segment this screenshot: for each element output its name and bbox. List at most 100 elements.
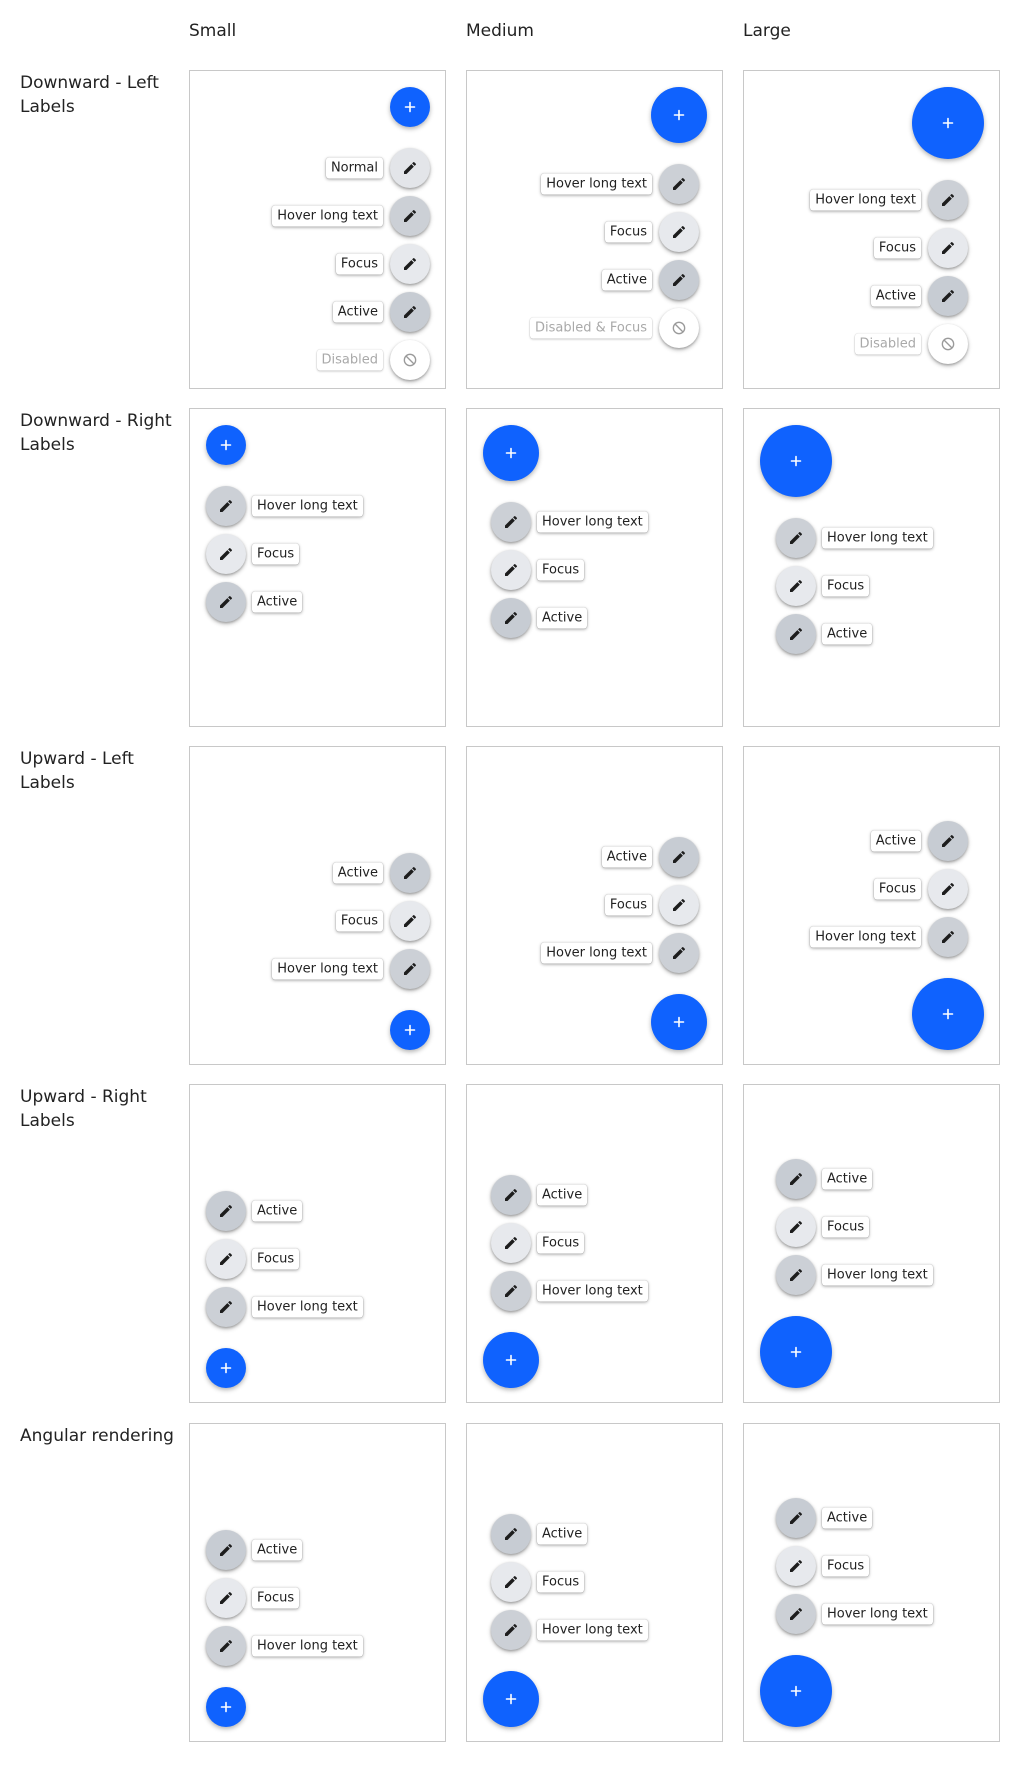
speed-dial-action-button[interactable]: [206, 486, 246, 526]
speed-dial-action-button[interactable]: [776, 1207, 816, 1247]
pencil-icon: [788, 1171, 804, 1187]
speed-dial-action-button[interactable]: [206, 1530, 246, 1570]
plus-icon: [790, 1685, 802, 1697]
pencil-icon: [503, 1622, 519, 1638]
speed-dial-action-button[interactable]: [776, 1498, 816, 1538]
speed-dial-action-button[interactable]: [206, 1578, 246, 1618]
speed-dial-action-button[interactable]: [390, 901, 430, 941]
speed-dial-item: Focus: [744, 867, 1001, 911]
speed-dial-action-button[interactable]: [928, 821, 968, 861]
speed-dial-action-button[interactable]: [659, 837, 699, 877]
main-fab-button[interactable]: [760, 1316, 832, 1388]
main-fab-button[interactable]: [206, 1687, 246, 1727]
pencil-icon: [788, 1267, 804, 1283]
speed-dial-action-label: Focus: [873, 237, 921, 259]
row-header-upward-right: Upward - Right Labels: [20, 1087, 147, 1131]
speed-dial-action-button[interactable]: [928, 180, 968, 220]
speed-dial-action-button[interactable]: [491, 1175, 531, 1215]
main-fab-button[interactable]: [760, 425, 832, 497]
main-fab-button[interactable]: [390, 87, 430, 127]
speed-dial-action-button[interactable]: [491, 550, 531, 590]
speed-dial-action-label: Active: [601, 269, 652, 291]
speed-dial-action-button[interactable]: [776, 1546, 816, 1586]
pencil-icon: [503, 1574, 519, 1590]
speed-dial-action-button[interactable]: [776, 1255, 816, 1295]
speed-dial-action-label: Hover long text: [822, 1603, 933, 1625]
speed-dial-action-label: Focus: [252, 1587, 300, 1609]
speed-dial-item: Focus: [190, 1237, 447, 1281]
main-fab-button[interactable]: [912, 87, 984, 159]
speed-dial-action-button[interactable]: [206, 1626, 246, 1666]
speed-dial-action-button[interactable]: [206, 582, 246, 622]
speed-dial-action-button[interactable]: [491, 1610, 531, 1650]
main-fab-button[interactable]: [760, 1655, 832, 1727]
speed-dial-action-button[interactable]: [659, 164, 699, 204]
speed-dial-item: Active: [744, 612, 1001, 656]
speed-dial-action-button[interactable]: [928, 869, 968, 909]
speed-dial-action-button[interactable]: [776, 1594, 816, 1634]
main-fab-button[interactable]: [206, 1348, 246, 1388]
pencil-icon: [940, 240, 956, 256]
pencil-icon: [788, 1558, 804, 1574]
speed-dial-action-button[interactable]: [928, 228, 968, 268]
speed-dial-action-button[interactable]: [206, 1191, 246, 1231]
speed-dial-action-button[interactable]: [491, 1223, 531, 1263]
speed-dial-action-button[interactable]: [491, 598, 531, 638]
speed-dial-action-button[interactable]: [659, 933, 699, 973]
speed-dial-action-button[interactable]: [491, 1271, 531, 1311]
speed-dial-action-button[interactable]: [491, 1562, 531, 1602]
speed-dial-action-button[interactable]: [390, 148, 430, 188]
speed-dial-item: Normal: [190, 146, 447, 190]
main-fab-button[interactable]: [483, 1671, 539, 1727]
speed-dial-action-button[interactable]: [390, 292, 430, 332]
demo-cell-downward-right-medium: Hover long text Focus Active: [466, 408, 723, 727]
speed-dial-item: Active: [190, 1189, 447, 1233]
speed-dial-action-button[interactable]: [206, 1287, 246, 1327]
main-fab-button[interactable]: [206, 425, 246, 465]
speed-dial-action-button[interactable]: [659, 885, 699, 925]
speed-dial-item: Focus: [190, 532, 447, 576]
demo-cell-downward-left-small: Normal Hover long text Focus Active Disabled: [189, 70, 446, 389]
speed-dial-item: Focus: [467, 1221, 724, 1265]
speed-dial-item: Focus: [467, 1560, 724, 1604]
main-fab-button[interactable]: [390, 1010, 430, 1050]
main-fab-button[interactable]: [651, 87, 707, 143]
pencil-icon: [940, 288, 956, 304]
speed-dial-action-button[interactable]: [776, 518, 816, 558]
plus-icon: [220, 439, 232, 451]
speed-dial-action-button[interactable]: [390, 244, 430, 284]
main-fab-button[interactable]: [651, 994, 707, 1050]
pencil-icon: [218, 1638, 234, 1654]
pencil-icon: [402, 160, 418, 176]
plus-icon: [220, 1701, 232, 1713]
speed-dial-action-button[interactable]: [491, 1514, 531, 1554]
speed-dial-action-button[interactable]: [206, 1239, 246, 1279]
speed-dial-action-button[interactable]: [928, 917, 968, 957]
speed-dial-action-label: Focus: [604, 221, 652, 243]
speed-dial-action-button[interactable]: [206, 534, 246, 574]
speed-dial-action-button[interactable]: [390, 853, 430, 893]
main-fab-button[interactable]: [483, 425, 539, 481]
row-header-upward-left: Upward - Left Labels: [20, 749, 134, 793]
speed-dial-action-label: Hover long text: [252, 495, 363, 517]
no-entry-icon: [671, 320, 687, 336]
speed-dial-action-button[interactable]: [776, 614, 816, 654]
speed-dial-action-button[interactable]: [491, 502, 531, 542]
speed-dial-action-button[interactable]: [659, 212, 699, 252]
speed-dial-action-button[interactable]: [928, 276, 968, 316]
speed-dial-action-button[interactable]: [776, 1159, 816, 1199]
speed-dial-action-button[interactable]: [390, 949, 430, 989]
speed-dial-action-label: Focus: [822, 575, 870, 597]
speed-dial-item: Hover long text: [190, 194, 447, 238]
speed-dial-item: Hover long text: [467, 931, 724, 975]
column-header-large: Large: [743, 21, 791, 41]
speed-dial-item: Focus: [744, 564, 1001, 608]
speed-dial-action-button[interactable]: [659, 260, 699, 300]
speed-dial-action-button[interactable]: [390, 196, 430, 236]
speed-dial-action-button[interactable]: [776, 566, 816, 606]
main-fab-button[interactable]: [483, 1332, 539, 1388]
pencil-icon: [940, 929, 956, 945]
main-fab-button[interactable]: [912, 978, 984, 1050]
speed-dial-item: Hover long text: [467, 1608, 724, 1652]
fab-speed-dial-showcase: Small Medium Large Downward - Left Label…: [0, 0, 1024, 1790]
